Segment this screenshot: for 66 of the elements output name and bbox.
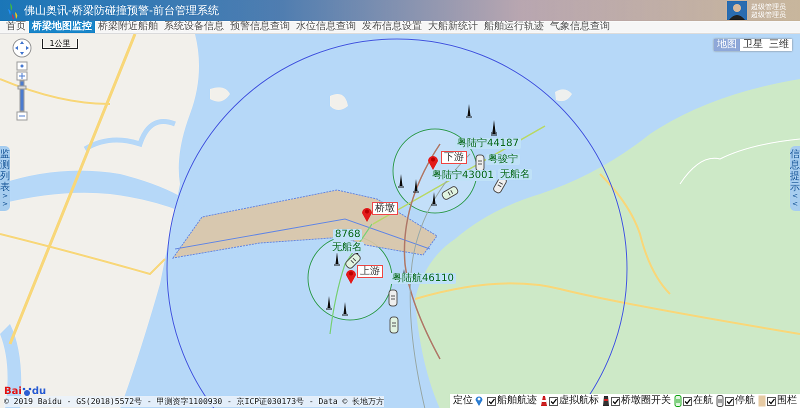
- app-title: 佛山奥讯-桥梁防碰撞预警-前台管理系统: [24, 3, 220, 18]
- beacon-icon: [333, 252, 341, 266]
- legend-checkbox[interactable]: [767, 396, 776, 406]
- zoom-control[interactable]: [12, 38, 32, 122]
- ship-label: 无船名: [330, 242, 364, 253]
- legend-label: 定位: [453, 395, 473, 407]
- nav-tab[interactable]: 气象信息查询: [547, 21, 613, 33]
- island-shape: [555, 89, 572, 102]
- map-pin-icon: [345, 268, 357, 284]
- map-pin-icon: [427, 154, 439, 170]
- island-shape: [210, 87, 230, 102]
- ship-icon: [475, 154, 485, 172]
- beacon-icon: [465, 104, 473, 118]
- nav-tab[interactable]: 桥梁地图监控: [29, 21, 95, 33]
- logo-text: Bai: [4, 386, 22, 397]
- ship-label: 无船名: [498, 169, 532, 180]
- legend-label: 桥墩圈开关: [621, 395, 671, 407]
- map-type-button[interactable]: 三维: [766, 39, 792, 51]
- beacon-icon: [430, 192, 438, 206]
- nav-tab[interactable]: 桥梁附近船舶: [95, 21, 161, 33]
- legend-checkbox[interactable]: [549, 396, 558, 406]
- nav-tab[interactable]: 船舶运行轨迹: [481, 21, 547, 33]
- legend-label: 停航: [735, 395, 755, 407]
- ship-label: 粤陆宁44187: [455, 138, 521, 149]
- map-type-button[interactable]: 卫星: [740, 39, 766, 51]
- ship-icon: [389, 316, 399, 334]
- panel-tab-label: 信息提示: [790, 149, 800, 193]
- beacon-icon: [412, 179, 420, 193]
- ship-label: 粤骏宁: [486, 154, 520, 165]
- legend-pier-icon: [602, 395, 610, 407]
- ship-icon: [388, 289, 398, 307]
- nav-tab[interactable]: 首页: [3, 21, 29, 33]
- nav-tab[interactable]: 大船新统计: [425, 21, 481, 33]
- ship-label: 粤陆航46110: [390, 273, 456, 284]
- legend-label: 船舶航迹: [497, 395, 537, 407]
- island-shape: [330, 94, 348, 110]
- logo-icon: [6, 0, 20, 20]
- beacon-icon: [341, 302, 349, 316]
- map-pin-icon: [361, 206, 373, 222]
- map-scale: 1公里: [42, 39, 78, 49]
- legend-label: 在航: [693, 395, 713, 407]
- legend-checkbox[interactable]: [611, 396, 620, 406]
- legend-checkbox[interactable]: [487, 396, 496, 406]
- nav-tab[interactable]: 预警信息查询: [227, 21, 293, 33]
- panel-tab-label: 监测列表: [0, 149, 10, 193]
- nav-tab[interactable]: 水位信息查询: [293, 21, 359, 33]
- ship-label: 粤陆宁43001: [430, 170, 496, 181]
- marker-label: 桥墩: [372, 202, 398, 215]
- legend-ship-icon: [674, 395, 682, 407]
- marker-label: 下游: [441, 151, 467, 164]
- legend-checkbox[interactable]: [725, 396, 734, 406]
- beacon-icon: [397, 174, 405, 188]
- beacon-icon: [325, 296, 333, 310]
- legend-checkbox[interactable]: [683, 396, 692, 406]
- legend-label: 围栏: [777, 395, 797, 407]
- ship-label: 8768: [333, 229, 362, 240]
- marker-label: 上游: [357, 265, 383, 278]
- legend-ship-icon: [716, 395, 724, 407]
- paw-icon: [22, 386, 32, 396]
- avatar-icon: [727, 1, 747, 20]
- legend-swatch-icon: [758, 395, 766, 407]
- logo-text: du: [32, 386, 46, 397]
- copyright-text: © 2019 Baidu - GS(2018)5572号 - 甲测资字1100930 - 京ICP证030173号 - Data © 长地万方: [4, 396, 384, 407]
- nav-tab[interactable]: 发布信息设置: [359, 21, 425, 33]
- legend-label: 虚拟航标: [559, 395, 599, 407]
- nav-tab[interactable]: 系统设备信息: [161, 21, 227, 33]
